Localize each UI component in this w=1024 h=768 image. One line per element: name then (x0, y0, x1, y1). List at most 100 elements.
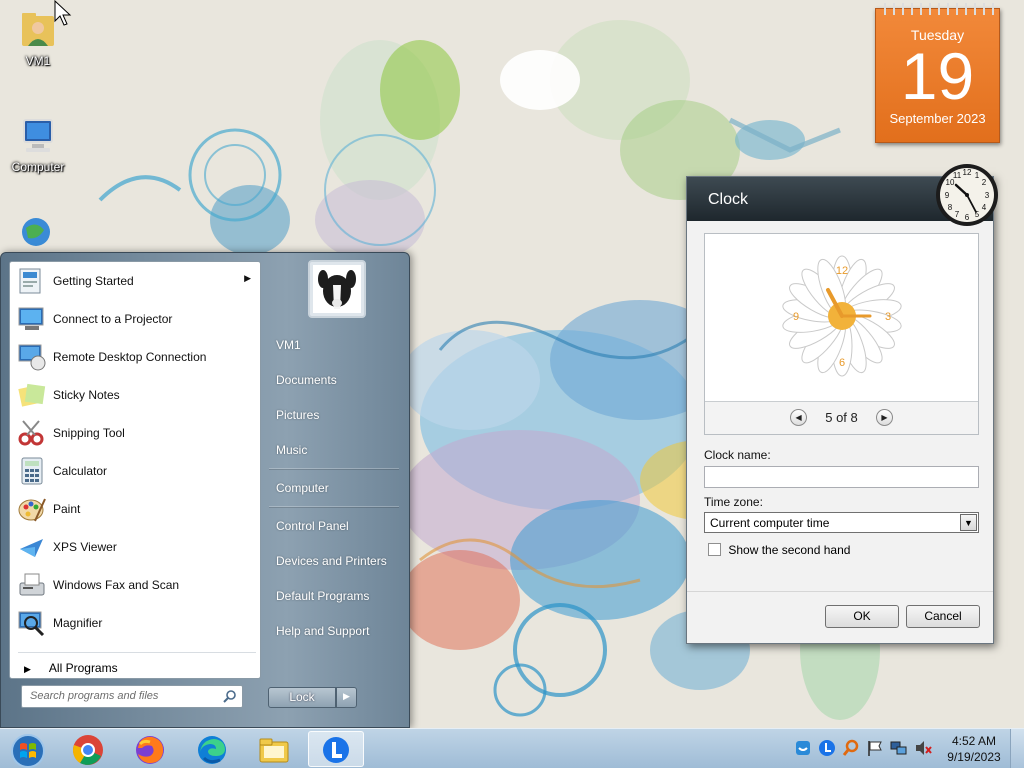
svg-text:6: 6 (965, 213, 970, 222)
svg-text:8: 8 (948, 203, 953, 212)
start-link-pictures[interactable]: Pictures (276, 408, 319, 422)
xps-viewer-icon (20, 539, 43, 557)
start-link-control-panel[interactable]: Control Panel (276, 519, 349, 533)
snipping-tool-icon (18, 420, 44, 446)
time-zone-value: Current computer time (710, 516, 830, 530)
all-programs-label: All Programs (48, 661, 118, 675)
start-link-computer[interactable]: Computer (276, 481, 329, 495)
calendar-gadget[interactable]: Tuesday 19 September 2023 (875, 3, 1000, 143)
program-getting-started[interactable]: Getting Started ▶ (13, 263, 259, 299)
start-search-input[interactable]: Search programs and files (21, 685, 243, 708)
menu-separator (269, 506, 399, 508)
program-label: XPS Viewer (53, 540, 117, 554)
taskbar-edge[interactable] (184, 731, 240, 767)
svg-text:12: 12 (836, 265, 848, 277)
svg-text:12: 12 (963, 168, 972, 177)
flag-tray-icon[interactable] (866, 739, 884, 757)
start-link-default-programs[interactable]: Default Programs (276, 589, 369, 603)
taskbar-file-explorer[interactable] (246, 731, 302, 767)
time-zone-select[interactable]: Current computer time ▼ (704, 512, 979, 533)
taskbar-time: 4:52 AM (951, 734, 997, 748)
taskbar-chrome[interactable] (60, 731, 116, 767)
program-label: Paint (53, 502, 81, 516)
clock-name-input[interactable] (704, 466, 979, 488)
program-sticky-notes[interactable]: Sticky Notes (13, 377, 259, 413)
daisy-clock-face-icon: 12 3 6 9 (782, 255, 902, 377)
second-hand-option[interactable]: Show the second hand (708, 543, 850, 557)
program-magnifier[interactable]: Magnifier (13, 605, 259, 641)
all-programs-button[interactable]: ▶ All Programs (18, 652, 256, 675)
chrome-icon (73, 735, 103, 765)
calendar-month-year: September 2023 (889, 111, 986, 126)
program-xps-viewer[interactable]: XPS Viewer (13, 529, 259, 565)
network-tray-icon[interactable] (890, 739, 908, 757)
second-hand-label: Show the second hand (728, 543, 851, 557)
taskbar: 4:52 AM 9/19/2023 (0, 728, 1024, 768)
show-desktop-button[interactable] (1010, 729, 1024, 768)
clock-gadget[interactable]: 12 1 2 345 678 9 10 11 (934, 152, 1000, 238)
search-placeholder: Search programs and files (30, 690, 159, 702)
network-icon (22, 218, 50, 246)
app-l-tray-icon[interactable] (818, 739, 836, 757)
second-hand-checkbox[interactable] (708, 543, 721, 556)
program-remote-desktop[interactable]: Remote Desktop Connection (13, 339, 259, 375)
user-avatar[interactable] (308, 260, 366, 318)
search-icon[interactable] (223, 689, 237, 703)
time-zone-label: Time zone: (704, 495, 763, 509)
svg-text:1: 1 (975, 171, 980, 180)
lock-button[interactable]: Lock (268, 687, 336, 708)
desktop-icon-computer[interactable]: Computer (2, 114, 74, 174)
program-label: Calculator (53, 464, 108, 478)
cancel-button[interactable]: Cancel (906, 605, 980, 628)
program-label: Windows Fax and Scan (53, 578, 180, 592)
search-tray-icon[interactable] (842, 739, 860, 757)
taskbar-app-l[interactable] (308, 731, 364, 767)
program-fax-scan[interactable]: Windows Fax and Scan (13, 567, 259, 603)
svg-text:11: 11 (953, 171, 962, 180)
next-clock-button[interactable]: ▶ (875, 409, 893, 426)
program-calculator[interactable]: Calculator (13, 453, 259, 489)
program-label: Remote Desktop Connection (53, 350, 207, 364)
computer-icon (23, 119, 53, 152)
svg-text:3: 3 (985, 191, 990, 200)
start-orb-icon (11, 734, 45, 768)
start-button[interactable] (0, 731, 56, 768)
analog-clock-icon: 12 12 345 678 91011 (936, 164, 998, 226)
calendar-rings (880, 3, 995, 15)
clock-pager: ◀ 5 of 8 ▶ (705, 402, 978, 434)
start-link-documents[interactable]: Documents (276, 373, 337, 387)
svg-text:3: 3 (885, 311, 891, 323)
edge-icon (198, 736, 226, 764)
clock-preview: 12 3 6 9 ◀ 5 of 8 ▶ (704, 233, 979, 435)
program-paint[interactable]: Paint (13, 491, 259, 527)
calendar-day: 19 (900, 39, 975, 113)
start-link-help-support[interactable]: Help and Support (276, 624, 369, 638)
start-link-music[interactable]: Music (276, 443, 307, 457)
chevron-down-icon[interactable]: ▼ (960, 514, 977, 531)
app-l-icon (323, 737, 349, 763)
program-label: Sticky Notes (53, 388, 120, 402)
right-arrow-icon: ▶ (24, 664, 31, 674)
taskbar-clock[interactable]: 4:52 AM 9/19/2023 (944, 733, 1004, 765)
svg-text:7: 7 (955, 210, 960, 219)
power-options-arrow-icon[interactable]: ▶ (336, 687, 357, 708)
program-connect-projector[interactable]: Connect to a Projector (13, 301, 259, 337)
start-link-devices-printers[interactable]: Devices and Printers (276, 554, 387, 568)
svg-text:9: 9 (793, 311, 799, 323)
start-link-vm1[interactable]: VM1 (276, 338, 301, 352)
previous-clock-button[interactable]: ◀ (790, 409, 808, 426)
taskbar-firefox[interactable] (122, 731, 178, 767)
svg-text:4: 4 (982, 203, 987, 212)
paint-icon (18, 498, 46, 522)
taskbar-date: 9/19/2023 (947, 750, 1001, 764)
program-snipping-tool[interactable]: Snipping Tool (13, 415, 259, 451)
shield-tray-icon[interactable] (794, 739, 812, 757)
programs-pane: Getting Started ▶ Connect to a Projector… (9, 261, 261, 679)
clock-face-area: 12 3 6 9 (705, 234, 978, 402)
menu-separator (269, 468, 399, 470)
ok-button[interactable]: OK (825, 605, 899, 628)
volume-muted-icon[interactable] (914, 739, 932, 757)
calculator-icon (21, 457, 43, 485)
system-tray (792, 739, 942, 761)
desktop-icon-label: Computer (11, 160, 65, 174)
